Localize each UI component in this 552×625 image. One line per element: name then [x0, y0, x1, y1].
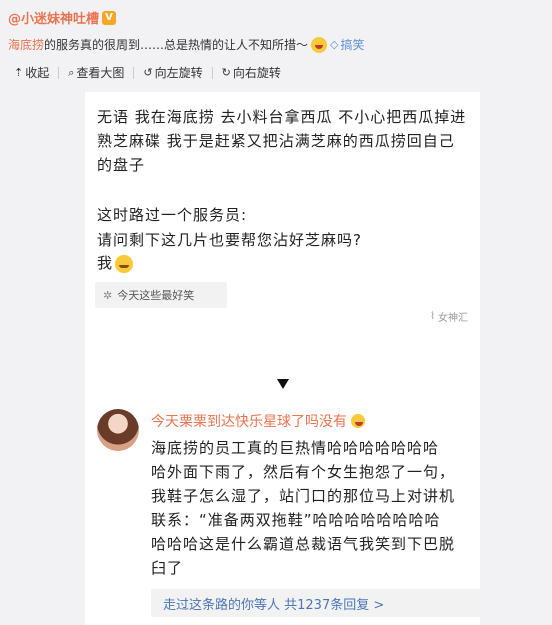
card1-line: 的盘子 [97, 156, 146, 174]
rotate-left-label: 向左旋转 [154, 66, 203, 80]
screenshot-card-1: 无语 我在海底捞 去小料台拿西瓜 不小心把西瓜掉进 熟芝麻碟 我于是赶紧又把沾满… [85, 92, 480, 347]
topic-tag-link[interactable]: 搞笑 [341, 36, 365, 53]
card1-line: 熟芝麻碟 我于是赶紧又把沾满芝麻的西瓜捞回自己 [97, 132, 455, 150]
comment-line: 臼了 [151, 559, 184, 577]
toolbar-divider [211, 66, 213, 79]
collapse-icon: ⇡ [14, 66, 24, 79]
screenshot-card-2: 今天栗栗到达快乐星球了吗没有 海底捞的员工真的巨热情哈哈哈哈哈哈哈 哈外面下雨了… [85, 397, 480, 625]
magnifier-icon: ⌕ [68, 65, 75, 79]
toolbar-divider [133, 66, 135, 79]
laugh-emoji-icon [311, 36, 328, 53]
post-link-haidilao[interactable]: 海底捞 [8, 36, 44, 53]
toolbar-divider [58, 66, 60, 79]
collapse-button[interactable]: ⇡ 收起 [14, 64, 49, 81]
avatar [97, 409, 139, 451]
rotate-left-button[interactable]: ↺ 向左旋转 [143, 64, 202, 81]
card1-line: 请问剩下这几片也要帮您沾好芝麻吗? [97, 231, 362, 249]
comment-line: 海底捞的员工真的巨热情哈哈哈哈哈哈哈 [151, 439, 440, 457]
verified-badge-icon: V [102, 10, 117, 25]
tag-icon: ◇ [330, 38, 339, 51]
comment-line: 联系：“准备两双拖鞋”哈哈哈哈哈哈哈哈 [151, 511, 441, 529]
laugh-emoji-icon [351, 414, 365, 428]
view-large-label: 查看大图 [76, 66, 125, 80]
watermark-icon: ⌇ [430, 311, 435, 322]
more-replies-link: 走过这条路的你等人 共1237条回复 > [151, 589, 480, 617]
card1-line: 无语 我在海底捞 去小料台拿西瓜 不小心把西瓜掉进 [97, 108, 467, 126]
view-large-button[interactable]: ⌕ 查看大图 [68, 64, 124, 81]
commenter-name-text: 今天栗栗到达快乐星球了吗没有 [151, 414, 347, 430]
post-header: @小迷妹神吐槽 V 海底捞 的服务真的很周到……总是热情的让人不知所措～ ◇ 搞… [0, 0, 552, 92]
card1-line-last: 我 [97, 252, 134, 273]
card1-line-text: 我 [97, 254, 114, 272]
commenter-name: 今天栗栗到达快乐星球了吗没有 [151, 411, 368, 431]
watermark-text: 女神汇 [438, 313, 468, 324]
rotate-left-icon: ↺ [143, 66, 153, 79]
down-arrow-icon [277, 379, 289, 389]
comment-line: 我鞋子怎么湿了，站门口的那位马上对讲机 [151, 487, 456, 505]
comment-line: 哈哈哈这是什么霸道总裁语气我笑到下巴脱 [151, 535, 456, 553]
author-name[interactable]: @小迷妹神吐槽 V [8, 8, 117, 27]
author-name-text[interactable]: @小迷妹神吐槽 [8, 8, 99, 27]
collapse-label: 收起 [25, 66, 50, 80]
card1-pill: ✲ 今天这些最好笑 [95, 282, 227, 308]
rotate-right-icon: ↻ [221, 66, 231, 79]
rotate-right-label: 向右旋转 [232, 66, 281, 80]
image-toolbar: ⇡ 收起 ⌕ 查看大图 ↺ 向左旋转 ↻ 向右旋转 [14, 64, 281, 81]
comment-line: 哈外面下雨了，然后有个女生抱怨了一句， [151, 463, 456, 481]
post-body: 的服务真的很周到……总是热情的让人不知所措～ [44, 38, 309, 52]
card1-pill-label: 今天这些最好笑 [117, 289, 195, 302]
post-text: 海底捞 的服务真的很周到……总是热情的让人不知所措～ ◇ 搞笑 [8, 36, 365, 53]
watermark: ⌇ 女神汇 [430, 309, 468, 324]
card1-line: 这时路过一个服务员: [97, 206, 248, 224]
post-image[interactable]: 无语 我在海底捞 去小料台拿西瓜 不小心把西瓜掉进 熟芝麻碟 我于是赶紧又把沾满… [85, 92, 480, 625]
flower-icon: ✲ [103, 288, 113, 302]
rotate-right-button[interactable]: ↻ 向右旋转 [222, 64, 281, 81]
wink-emoji-icon [115, 254, 134, 273]
